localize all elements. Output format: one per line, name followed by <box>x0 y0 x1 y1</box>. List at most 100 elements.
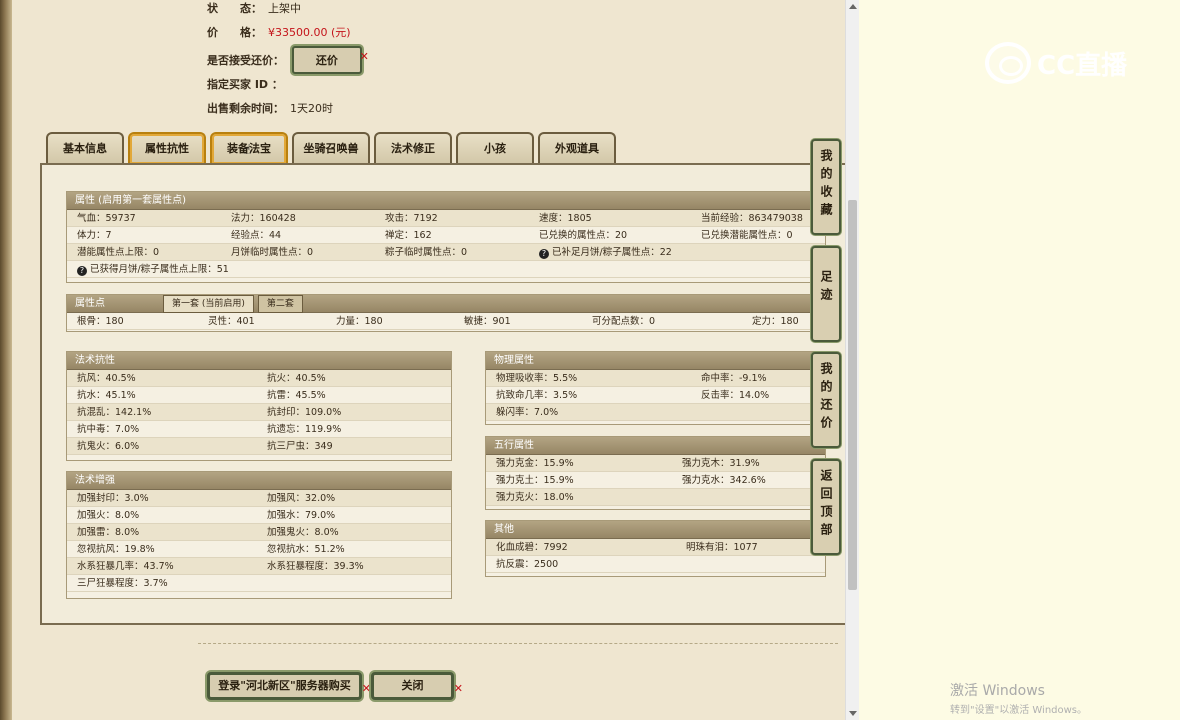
enhance-value: 忽视抗水：51.2% <box>267 544 345 555</box>
element-value: 强力克水：342.6% <box>682 475 766 486</box>
status-row: 状 态： 上架中 <box>207 0 301 16</box>
stat-exp: 当前经验：863479038 <box>701 213 803 224</box>
other-row: 化血成碧：7992 明珠有泪：1077 <box>486 539 825 556</box>
scroll-up-icon[interactable] <box>849 4 857 9</box>
element-row: 强力克土：15.9% 强力克水：342.6% <box>486 472 825 489</box>
tab-bar: 基本信息 属性抗性 装备法宝 坐骑召唤兽 法术修正 小孩 外观道具 <box>46 132 616 164</box>
enhance-row: 加强雷：8.0% 加强鬼火：8.0% <box>67 524 451 541</box>
tab-attributes-resist[interactable]: 属性抗性 <box>128 132 206 164</box>
counter-offer-button[interactable]: 还价 ✕ <box>291 46 369 74</box>
physical-value: 反击率：14.0% <box>701 390 770 401</box>
counter-offer-button-label: 还价 <box>315 54 338 67</box>
cc-live-logo: CC直播 <box>985 42 1127 84</box>
close-icon: ✕ <box>361 682 371 695</box>
stat-potential-cap: 潜能属性点上限：0 <box>77 247 160 258</box>
nav-my-offers-label: 我的还价 <box>819 362 833 434</box>
close-button[interactable]: 关闭 ✕ <box>371 672 463 700</box>
point-spirit: 灵性：401 <box>208 316 255 327</box>
attributes-row: 潜能属性点上限：0 月饼临时属性点：0 粽子临时属性点：0 ? 已补足月饼/粽子属… <box>67 244 825 261</box>
price-row: 价 格： ¥33500.00 (元) <box>207 24 351 40</box>
resist-row: 抗风：40.5% 抗火：40.5% <box>67 370 451 387</box>
subtab-set-two[interactable]: 第二套 <box>257 295 303 313</box>
nav-back-to-top[interactable]: 返回顶部 <box>811 459 841 555</box>
enhance-value: 加强火：8.0% <box>77 510 140 521</box>
vertical-scrollbar[interactable] <box>845 0 859 720</box>
resist-row: 抗鬼火：6.0% 抗三尸虫：349 <box>67 438 451 455</box>
other-value: 明珠有泪：1077 <box>686 542 758 553</box>
element-value: 强力克金：15.9% <box>496 458 574 469</box>
enhance-section: 法术增强 加强封印：3.0% 加强风：32.0% 加强火：8.0% 加强水：79.0… <box>66 471 452 599</box>
nav-footprints[interactable]: 足迹 <box>811 246 841 342</box>
stat-exchanged-potential: 已兑换潜能属性点：0 <box>701 230 793 241</box>
stat-mooncake-temp: 月饼临时属性点：0 <box>231 247 314 258</box>
help-icon[interactable]: ? <box>539 249 549 259</box>
other-row: 抗反震：2500 <box>486 556 825 573</box>
resist-value: 抗中毒：7.0% <box>77 424 140 435</box>
scroll-down-icon[interactable] <box>849 711 857 716</box>
stat-obtained-cap: ? 已获得月饼/粽子属性点上限：51 <box>67 261 467 277</box>
attributes-row: 体力：7 经验点：44 禅定：162 已兑换的属性点：20 已兑换潜能属性点：0 <box>67 227 825 244</box>
physical-value: 物理吸收率：5.5% <box>496 373 578 384</box>
nav-back-to-top-label: 返回顶部 <box>819 469 833 541</box>
element-row: 强力克金：15.9% 强力克木：31.9% <box>486 455 825 472</box>
enhance-row: 加强封印：3.0% 加强风：32.0% <box>67 490 451 507</box>
enhance-value: 加强鬼火：8.0% <box>267 527 339 538</box>
scroll-thumb[interactable] <box>848 200 857 590</box>
five-elements-title: 五行属性 <box>486 437 825 455</box>
enhance-value: 加强雷：8.0% <box>77 527 140 538</box>
resist-row: 抗水：45.1% 抗雷：45.5% <box>67 387 451 404</box>
price-value: ¥33500.00 (元) <box>268 26 351 39</box>
tab-spell-correction[interactable]: 法术修正 <box>374 132 452 164</box>
physical-value: 躲闪率：7.0% <box>496 407 559 418</box>
price-label: 价 格： <box>207 26 262 39</box>
resist-section: 法术抗性 抗风：40.5% 抗火：40.5% 抗水：45.1% 抗雷：45.5% 抗… <box>66 351 452 461</box>
resist-value: 抗雷：45.5% <box>267 390 326 401</box>
stat-exchanged-points: 已兑换的属性点：20 <box>539 230 628 241</box>
status-value: 上架中 <box>268 2 301 15</box>
stat-exp-points: 经验点：44 <box>231 230 282 241</box>
enhance-value: 水系狂暴几率：43.7% <box>77 561 174 572</box>
stat-supplemented-text: 已补足月饼/粽子属性点：22 <box>552 247 672 258</box>
cc-logo-icon <box>985 42 1031 84</box>
resist-value: 抗水：45.1% <box>77 390 136 401</box>
resist-row: 抗中毒：7.0% 抗遗忘：119.9% <box>67 421 451 438</box>
login-server-buy-label: 登录"河北新区"服务器购买 <box>218 679 351 692</box>
counter-offer-row: 是否接受还价： 还价 ✕ <box>207 46 369 74</box>
element-row: 强力克火：18.0% <box>486 489 825 506</box>
physical-value: 抗致命几率：3.5% <box>496 390 578 401</box>
element-value: 强力克木：31.9% <box>682 458 760 469</box>
point-agility: 敏捷：901 <box>464 316 511 327</box>
tab-child[interactable]: 小孩 <box>456 132 534 164</box>
resist-value: 抗风：40.5% <box>77 373 136 384</box>
physical-row: 物理吸收率：5.5% 命中率：-9.1% <box>486 370 825 387</box>
buyer-id-row: 指定买家 ID ： <box>207 76 283 92</box>
help-icon[interactable]: ? <box>77 266 87 276</box>
resist-value: 抗封印：109.0% <box>267 407 342 418</box>
physical-row: 抗致命几率：3.5% 反击率：14.0% <box>486 387 825 404</box>
counter-offer-label: 是否接受还价： <box>207 54 284 67</box>
subtab-set-one[interactable]: 第一套 (当前启用) <box>163 295 254 313</box>
enhance-title: 法术增强 <box>67 472 451 490</box>
nav-my-favorites-label: 我的收藏 <box>819 149 833 221</box>
stat-zen: 禅定：162 <box>385 230 432 241</box>
point-free: 可分配点数：0 <box>592 316 656 327</box>
enhance-value: 三尸狂暴程度：3.7% <box>77 578 168 589</box>
tab-appearance[interactable]: 外观道具 <box>538 132 616 164</box>
enhance-value: 水系狂暴程度：39.3% <box>267 561 364 572</box>
status-label: 状 态： <box>207 2 262 15</box>
stat-attack: 攻击：7192 <box>385 213 438 224</box>
windows-activation-hint: 转到"设置"以激活 Windows。 <box>950 705 1088 716</box>
nav-my-offers[interactable]: 我的还价 <box>811 352 841 448</box>
physical-row: 躲闪率：7.0% <box>486 404 825 421</box>
element-value: 强力克火：18.0% <box>496 492 574 503</box>
enhance-value: 加强封印：3.0% <box>77 493 149 504</box>
nav-my-favorites[interactable]: 我的收藏 <box>811 139 841 235</box>
point-constitution: 根骨：180 <box>77 316 124 327</box>
tab-basic-info[interactable]: 基本信息 <box>46 132 124 164</box>
physical-value <box>691 404 821 420</box>
login-server-buy-button[interactable]: 登录"河北新区"服务器购买 ✕ <box>207 672 371 700</box>
enhance-row: 水系狂暴几率：43.7% 水系狂暴程度：39.3% <box>67 558 451 575</box>
point-strength: 力量：180 <box>336 316 383 327</box>
tab-mounts-pets[interactable]: 坐骑召唤兽 <box>292 132 370 164</box>
stat-zongzi-temp: 粽子临时属性点：0 <box>385 247 468 258</box>
